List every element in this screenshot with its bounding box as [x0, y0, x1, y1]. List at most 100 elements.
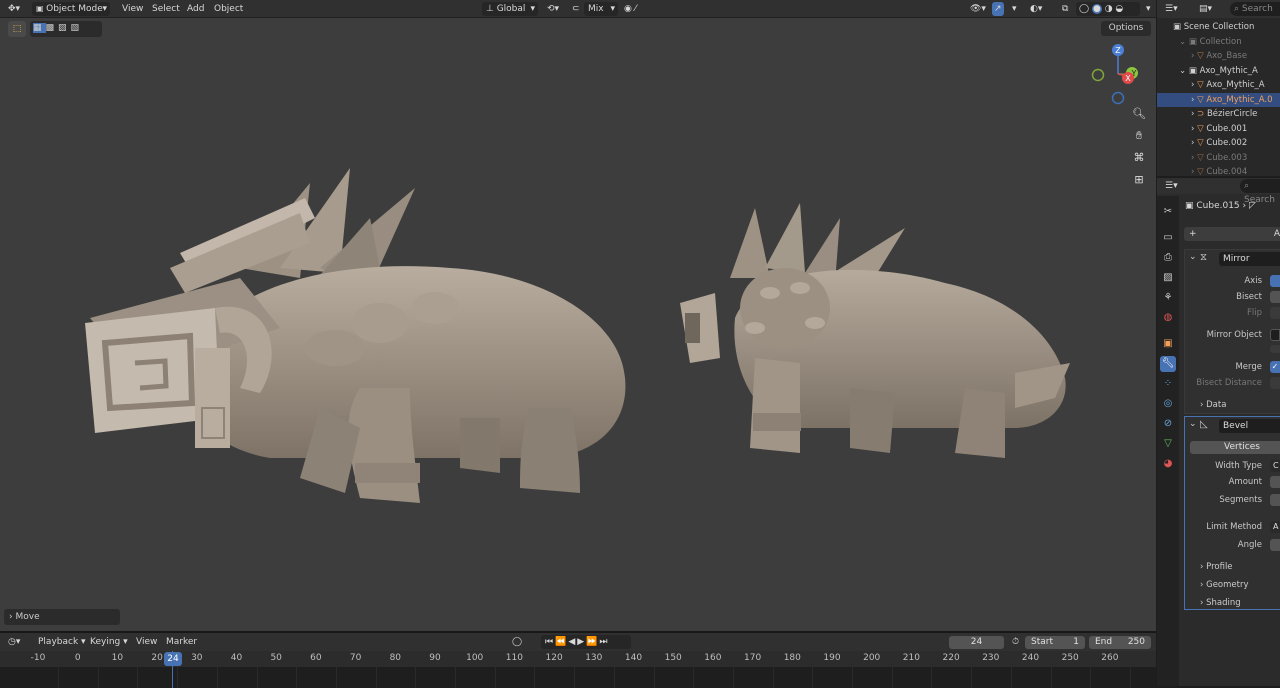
- selection-mode-buttons[interactable]: ▦▩▨▧: [30, 21, 102, 37]
- angle-field[interactable]: [1270, 539, 1280, 551]
- select-extend-icon[interactable]: ▩: [46, 23, 59, 33]
- proportional-edit-button[interactable]: ◉ ⁄: [620, 2, 640, 16]
- menu-select[interactable]: Select: [148, 2, 184, 16]
- particles-tab-icon[interactable]: ⁘: [1160, 376, 1176, 392]
- properties-search-field[interactable]: ⌕ Search: [1240, 179, 1280, 205]
- select-invert-icon[interactable]: ▧: [71, 23, 84, 33]
- select-subtract-icon[interactable]: ▨: [58, 23, 71, 33]
- start-frame-field[interactable]: Start 1: [1025, 636, 1085, 649]
- xray-toggle[interactable]: ⧉: [1058, 2, 1072, 16]
- material-shading-icon[interactable]: ◑: [1105, 4, 1113, 14]
- gizmo-toggle[interactable]: ↗: [992, 2, 1004, 16]
- rendered-shading-icon[interactable]: ◒: [1115, 4, 1123, 14]
- gizmo-dropdown[interactable]: ▾: [1008, 2, 1021, 16]
- bisect-toggle[interactable]: [1270, 291, 1280, 303]
- outliner-search-field[interactable]: ⌕ Search: [1230, 2, 1280, 16]
- tool-tab-icon[interactable]: ✂: [1160, 204, 1176, 220]
- display-mode-button[interactable]: ▤▾: [1195, 2, 1216, 16]
- menu-object[interactable]: Object: [210, 2, 247, 16]
- outliner-row[interactable]: › ▽ Cube.004: [1157, 165, 1280, 176]
- bisect-distance-field[interactable]: [1270, 377, 1280, 389]
- outliner-row[interactable]: › ▽ Cube.002: [1157, 136, 1280, 151]
- solid-shading-icon[interactable]: ●: [1091, 4, 1102, 14]
- outliner-row-active[interactable]: › ▽ Axo_Mythic_A.0: [1157, 92, 1280, 107]
- pivot-point-button[interactable]: ⟲▾: [543, 2, 563, 16]
- pan-button[interactable]: ✋︎: [1130, 127, 1148, 145]
- menu-add[interactable]: Add: [183, 2, 208, 16]
- mirror-object-sub-field[interactable]: [1270, 345, 1280, 353]
- render-tab-icon[interactable]: ▭: [1160, 230, 1176, 246]
- modifier-name-field[interactable]: Mirror: [1219, 252, 1280, 266]
- editor-type-button[interactable]: ✥▾: [4, 2, 24, 16]
- data-subpanel[interactable]: › Data: [1200, 400, 1226, 410]
- menu-view[interactable]: View: [118, 2, 147, 16]
- creature-model-left[interactable]: [70, 158, 640, 538]
- amount-field[interactable]: [1270, 476, 1280, 488]
- snap-target-dropdown[interactable]: Mix ▾: [584, 2, 618, 16]
- add-modifier-button[interactable]: + A: [1184, 227, 1280, 241]
- timeline-editor-type-button[interactable]: ◷▾: [4, 635, 24, 649]
- select-tool-button[interactable]: ⬚: [8, 21, 26, 37]
- axis-toggle[interactable]: [1270, 275, 1280, 287]
- shading-subpanel[interactable]: › Shading: [1200, 598, 1241, 608]
- menu-playback[interactable]: Playback ▾: [34, 635, 90, 649]
- properties-editor-type-button[interactable]: ☰▾: [1161, 179, 1182, 193]
- orientation-dropdown[interactable]: ⊥ Global ▾: [482, 2, 538, 16]
- jump-start-icon[interactable]: ⏮: [545, 637, 555, 647]
- collapse-toggle[interactable]: ⌄: [1189, 419, 1197, 429]
- outliner-row[interactable]: ⌄ ▣ Collection: [1157, 35, 1280, 50]
- world-tab-icon[interactable]: ◍: [1160, 310, 1176, 326]
- preview-range-toggle[interactable]: ⏱: [1008, 635, 1023, 649]
- mirror-object-field[interactable]: [1270, 329, 1280, 341]
- outliner-row[interactable]: ⌄ ▣ Axo_Mythic_A: [1157, 64, 1280, 79]
- physics-tab-icon[interactable]: ◎: [1160, 396, 1176, 412]
- menu-marker[interactable]: Marker: [162, 635, 201, 649]
- outliner-row[interactable]: › ⊃ BézierCircle: [1157, 107, 1280, 122]
- mode-dropdown[interactable]: ▣ Object Mode ▾: [32, 2, 110, 16]
- options-button[interactable]: Options: [1101, 21, 1151, 36]
- shading-dropdown[interactable]: ▾: [1142, 2, 1155, 16]
- play-icon[interactable]: ▶: [577, 637, 586, 647]
- 3d-viewport[interactable]: ⬚ ▦▩▨▧ Options Z Y X 🔍︎ ✋︎ ⌘ ⊞ › Move: [0, 18, 1156, 631]
- jump-end-icon[interactable]: ⏭: [599, 637, 609, 647]
- modifier-name-field[interactable]: Bevel: [1219, 419, 1280, 433]
- auto-keying-toggle[interactable]: ◯: [508, 635, 526, 649]
- material-tab-icon[interactable]: ◕: [1160, 456, 1176, 472]
- profile-subpanel[interactable]: › Profile: [1200, 562, 1233, 572]
- outliner-editor-type-button[interactable]: ☰▾: [1161, 2, 1182, 16]
- current-frame-field[interactable]: 24: [949, 636, 1004, 649]
- perspective-toggle-button[interactable]: ⊞: [1130, 171, 1148, 189]
- menu-keying[interactable]: Keying ▾: [86, 635, 132, 649]
- outliner-row[interactable]: › ▽ Axo_Mythic_A: [1157, 78, 1280, 93]
- playhead-label[interactable]: 24: [164, 652, 182, 666]
- snap-toggle[interactable]: ⊂: [568, 2, 584, 16]
- visibility-button[interactable]: 👁▾: [966, 2, 990, 16]
- segments-field[interactable]: [1270, 494, 1280, 506]
- outliner-row[interactable]: › ▽ Axo_Base: [1157, 49, 1280, 64]
- output-tab-icon[interactable]: ⎙: [1160, 250, 1176, 266]
- wireframe-shading-icon[interactable]: ◯: [1079, 4, 1089, 14]
- play-reverse-icon[interactable]: ◀: [568, 637, 577, 647]
- last-operator-panel[interactable]: › Move: [4, 609, 120, 625]
- width-type-dropdown[interactable]: C: [1270, 460, 1280, 472]
- overlays-button[interactable]: ◐▾: [1026, 2, 1046, 16]
- constraints-tab-icon[interactable]: ⊘: [1160, 416, 1176, 432]
- keyframe-area[interactable]: [0, 667, 1156, 688]
- geometry-subpanel[interactable]: › Geometry: [1200, 580, 1249, 590]
- object-tab-icon[interactable]: ▣: [1160, 336, 1176, 352]
- outliner-row[interactable]: ▣ Scene Collection: [1157, 20, 1280, 35]
- gizmo-neg-y-axis[interactable]: [1091, 68, 1105, 82]
- scene-tab-icon[interactable]: ⚘: [1160, 290, 1176, 306]
- camera-view-button[interactable]: ⌘: [1130, 149, 1148, 167]
- prev-keyframe-icon[interactable]: ⏪: [555, 637, 568, 647]
- view-layer-tab-icon[interactable]: ▨: [1160, 270, 1176, 286]
- data-tab-icon[interactable]: ▽: [1160, 436, 1176, 452]
- limit-method-dropdown[interactable]: A: [1270, 521, 1280, 533]
- playback-controls[interactable]: ⏮⏪◀▶⏩⏭: [541, 635, 631, 649]
- zoom-button[interactable]: 🔍︎: [1130, 105, 1148, 123]
- merge-checkbox[interactable]: ✓: [1270, 361, 1280, 373]
- outliner-row[interactable]: › ▽ Cube.001: [1157, 122, 1280, 137]
- end-frame-field[interactable]: End 250: [1089, 636, 1151, 649]
- outliner-row[interactable]: › ▽ Cube.003: [1157, 151, 1280, 166]
- modifier-tab-icon[interactable]: 🔧︎: [1160, 356, 1176, 372]
